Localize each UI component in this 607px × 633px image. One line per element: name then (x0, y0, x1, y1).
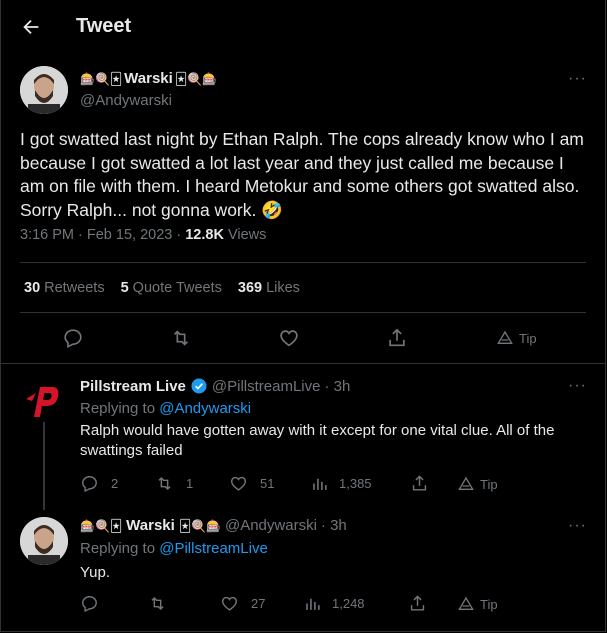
views-icon (313, 478, 327, 490)
tweet-timestamp[interactable]: 3:16 PM · Feb 15, 2023 · (20, 227, 185, 243)
tip-label: Tip (480, 476, 498, 492)
avatar[interactable] (20, 66, 68, 114)
divider (20, 312, 586, 313)
replying-to: Replying to @PillstreamLive (80, 540, 268, 557)
share-icon (389, 328, 405, 347)
reply-header: 🎰🍭🃏 Warski 🃏🍭🎰 @Andywarski · 3h (80, 517, 347, 534)
tweet-meta: 3:16 PM · Feb 15, 2023 · 12.8K Views (20, 227, 266, 243)
avatar-image (20, 517, 68, 565)
name-emoji-prefix: 🎰🍭🃏 (80, 71, 123, 86)
replying-to-link[interactable]: @PillstreamLive (159, 540, 268, 557)
reply-text-line: Ralph would have gotten away with it exc… (80, 422, 555, 439)
retweet-icon (158, 476, 171, 491)
more-options-icon[interactable]: ··· (568, 70, 587, 88)
heart-icon (221, 596, 238, 611)
reply-author-handle[interactable]: @PillstreamLive (212, 378, 321, 395)
views-button[interactable]: 1,248 (303, 594, 365, 613)
reply-time[interactable]: · 3h (324, 378, 350, 395)
retweet-button[interactable] (148, 594, 173, 613)
like-button[interactable]: 27 (220, 594, 265, 613)
views-count: 1,248 (332, 596, 365, 611)
tip-icon (458, 476, 474, 490)
reply-button[interactable]: 2 (80, 474, 118, 493)
share-button[interactable] (410, 474, 429, 493)
heart-icon (230, 476, 247, 491)
tip-button[interactable]: Tip (458, 596, 498, 612)
share-icon (412, 475, 427, 491)
reply-author-name[interactable]: Warski (126, 517, 175, 534)
tip-icon (497, 330, 513, 344)
like-button[interactable] (278, 327, 300, 349)
name-emoji-prefix: 🎰🍭🃏 (80, 518, 123, 533)
more-options-icon[interactable]: ··· (568, 377, 587, 395)
reply-time[interactable]: · 3h (321, 517, 347, 534)
like-count: 27 (251, 596, 266, 611)
avatar[interactable] (20, 377, 68, 425)
tip-button[interactable]: Tip (497, 330, 537, 346)
replying-to-link[interactable]: @Andywarski (159, 400, 251, 417)
like-button[interactable]: 51 (229, 474, 274, 493)
reply-header: Pillstream Live @PillstreamLive · 3h (80, 377, 350, 395)
reply-text: Yup. (80, 564, 111, 581)
author-handle[interactable]: @Andywarski (80, 92, 172, 109)
share-button[interactable] (408, 594, 427, 613)
thread-line (43, 422, 45, 510)
views-count: 12.8K (185, 227, 224, 243)
page-header: Tweet (0, 0, 606, 56)
reply-icon (82, 476, 97, 493)
author-display-name: Warski (124, 70, 173, 87)
reply-author-handle[interactable]: @Andywarski (225, 517, 317, 534)
avatar-image (20, 66, 68, 114)
replying-to: Replying to @Andywarski (80, 400, 252, 417)
retweet-button[interactable] (170, 327, 192, 349)
share-button[interactable] (386, 327, 408, 349)
page-title: Tweet (76, 15, 132, 37)
reply-text: Ralph would have gotten away with it exc… (80, 421, 590, 461)
author-name[interactable]: 🎰🍭🃏 Warski 🃏🍭🎰 (80, 70, 217, 87)
pillstream-logo-icon (20, 377, 68, 425)
tweet-stats: 30 Retweets 5 Quote Tweets 369 Likes (24, 280, 300, 296)
views-label: Views (223, 227, 267, 243)
tip-label: Tip (519, 330, 537, 346)
back-button[interactable] (18, 14, 44, 40)
retweet-button[interactable]: 1 (155, 474, 193, 493)
tweet-actions: Tip (0, 327, 606, 353)
verified-badge-icon (191, 378, 207, 394)
retweet-count: 1 (186, 476, 194, 491)
retweet-icon (151, 596, 164, 611)
views-button[interactable]: 1,385 (310, 474, 372, 493)
quotes-stat[interactable]: 5 Quote Tweets (121, 280, 222, 296)
divider (20, 262, 586, 263)
reply-author-name[interactable]: Pillstream Live (80, 378, 186, 395)
name-emoji-suffix: 🃏🍭🎰 (174, 71, 217, 86)
tip-icon (458, 596, 474, 610)
tip-button[interactable]: Tip (458, 476, 498, 492)
divider (0, 363, 606, 364)
avatar[interactable] (20, 517, 68, 565)
reply-icon (82, 596, 97, 613)
tweet-text: I got swatted last night by Ethan Ralph.… (20, 129, 584, 220)
reply-text-line: swattings failed (80, 442, 183, 459)
retweet-icon (173, 330, 189, 346)
likes-stat[interactable]: 369 Likes (238, 280, 300, 296)
reply-count: 2 (111, 476, 119, 491)
retweets-stat[interactable]: 30 Retweets (24, 280, 105, 296)
views-icon (306, 598, 320, 610)
more-options-icon[interactable]: ··· (568, 517, 587, 535)
views-count: 1,385 (339, 476, 372, 491)
heart-icon (280, 330, 298, 347)
like-count: 51 (260, 476, 275, 491)
name-emoji-suffix: 🃏🍭🎰 (178, 518, 221, 533)
arrow-left-icon (23, 19, 39, 35)
share-icon (410, 595, 425, 611)
tip-label: Tip (480, 596, 498, 612)
reply-icon (64, 329, 82, 349)
reply-button[interactable] (62, 327, 84, 349)
reply-button[interactable] (80, 594, 105, 613)
